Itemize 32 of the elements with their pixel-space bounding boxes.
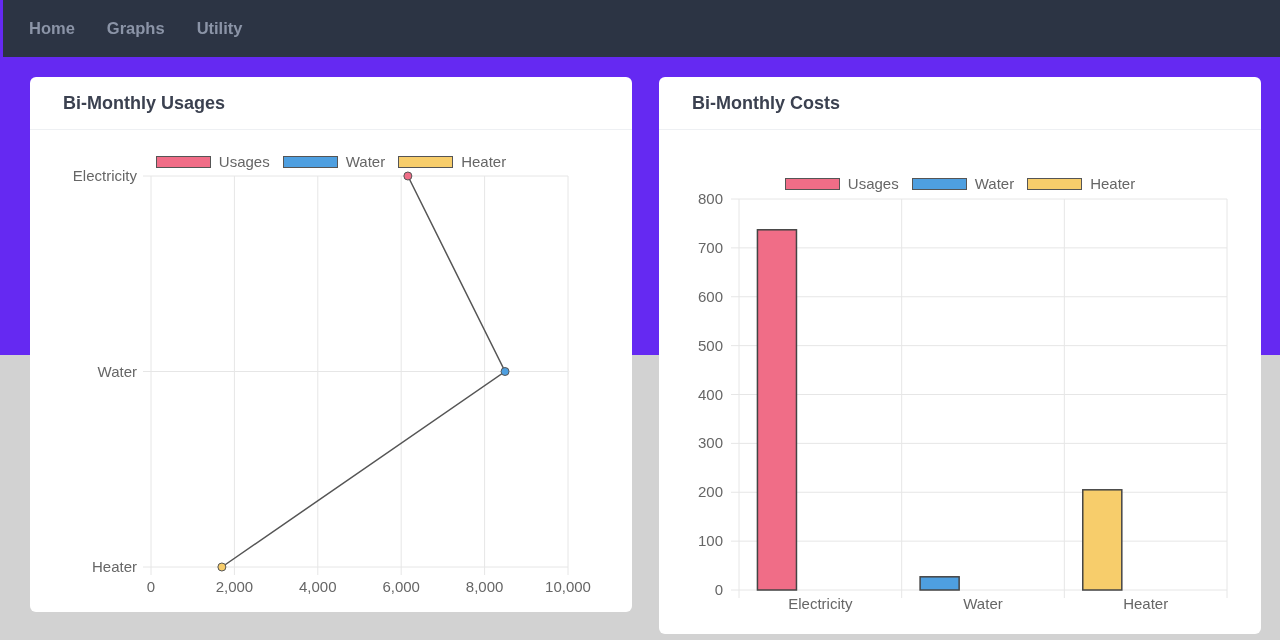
nav-link[interactable]: Home	[29, 19, 75, 38]
axis-tick-label: 200	[697, 483, 723, 501]
axis-tick-label: 0	[714, 581, 723, 598]
category-label: Water	[97, 362, 137, 380]
axis-tick-label: 100	[697, 532, 723, 550]
axis-tick-label: 600	[697, 287, 723, 305]
axis-tick-label: 6,000	[382, 578, 420, 595]
legend-label: Usages	[847, 176, 899, 192]
axis-tick-label: 10,000	[545, 578, 591, 595]
axis-tick-label: 8,000	[465, 578, 504, 595]
legend-label: Water	[974, 176, 1015, 192]
card-title: Bi-Monthly Costs	[692, 92, 840, 114]
axis-tick-label: 700	[697, 238, 723, 256]
nav-link[interactable]: Graphs	[106, 19, 165, 38]
axis-tick-label: 4,000	[299, 578, 337, 595]
category-label: Water	[963, 595, 1003, 612]
category-label: Heater	[1123, 595, 1169, 612]
axis-tick-label: 300	[697, 434, 723, 452]
axis-tick-label: 2,000	[215, 578, 254, 595]
axis-tick-label: 0	[146, 578, 156, 595]
category-label: Electricity	[72, 170, 137, 184]
card-title: Bi-Monthly Usages	[63, 92, 226, 114]
category-label: Heater	[91, 558, 137, 575]
axis-tick-label: 400	[697, 385, 723, 403]
category-label: Electricity	[788, 595, 853, 612]
legend-label: Heater	[461, 154, 507, 170]
legend-label: Usages	[218, 154, 270, 170]
legend-label: Heater	[1090, 176, 1136, 192]
axis-tick-label: 500	[697, 336, 723, 354]
nav-link[interactable]: Utility	[196, 19, 243, 38]
axis-tick-label: 800	[697, 192, 723, 207]
legend-label: Water	[345, 154, 386, 170]
